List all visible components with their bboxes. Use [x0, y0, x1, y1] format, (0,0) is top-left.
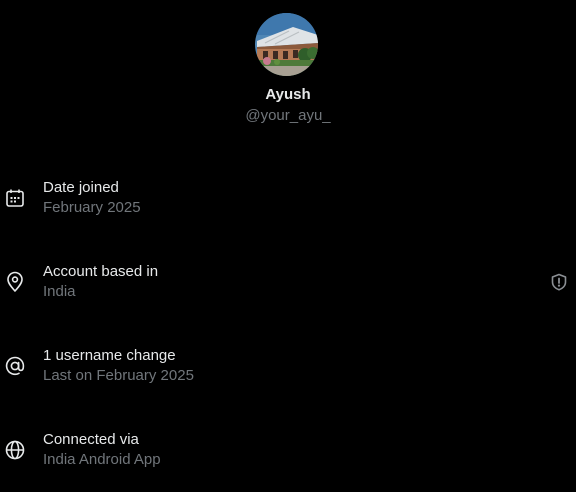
profile-header: Ayush @your_ayu_: [0, 0, 576, 140]
info-row-account-based-in: Account based in India: [0, 262, 576, 322]
row-subtitle: India Android App: [43, 451, 161, 468]
info-row-date-joined: Date joined February 2025: [0, 178, 576, 238]
row-subtitle: February 2025: [43, 199, 141, 216]
location-pin-icon: [4, 271, 26, 293]
row-subtitle: India: [43, 283, 76, 300]
user-handle: @your_ayu_: [245, 107, 331, 124]
info-row-username-change: 1 username change Last on February 2025: [0, 346, 576, 406]
display-name: Ayush: [265, 86, 311, 103]
shield-icon[interactable]: [549, 272, 569, 292]
row-subtitle: Last on February 2025: [43, 367, 194, 384]
avatar[interactable]: [255, 13, 318, 76]
info-row-connected-via: Connected via India Android App: [0, 430, 576, 490]
row-title: 1 username change: [43, 347, 176, 364]
avatar-photo: [255, 13, 318, 76]
calendar-icon: [4, 187, 26, 209]
row-title: Account based in: [43, 263, 159, 280]
at-sign-icon: [4, 355, 26, 377]
row-title: Connected via: [43, 431, 139, 448]
row-title: Date joined: [43, 179, 119, 196]
globe-icon: [4, 439, 26, 461]
